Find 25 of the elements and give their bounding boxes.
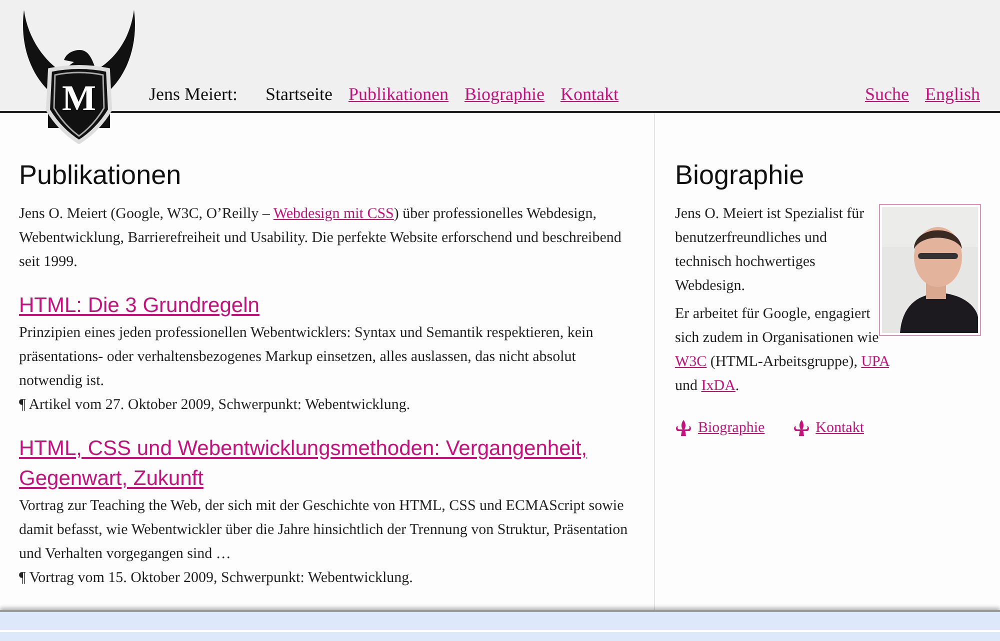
text-link[interactable]: UPA — [861, 354, 890, 370]
sidebar-heading: Biographie — [675, 159, 806, 192]
bio-paragraph: Er arbeitet für Google, engagiert sich zudem in Organisationen wie W3C (HTML-Arbeitsgruppe), UPA und IxDA. — [675, 305, 891, 396]
intro-paragraph: Jens O. Meiert (Google, W3C, O’Reilly – Webdesign mit CSS) über professionelles Webdesign, Webentwicklung, Barrierefreiheit und Usability. Die perfekte Website erforschend und beschreibend seit 1999. — [19, 205, 622, 272]
nav-link[interactable]: Biographie — [464, 82, 544, 106]
nav-link[interactable]: Suche — [864, 82, 909, 106]
nav-link[interactable]: English — [924, 82, 980, 106]
text-link[interactable]: Webdesign mit CSS — [273, 206, 394, 222]
bio-paragraph: Jens O. Meiert ist Spezialist für benutzerfreundliches und technisch hochwertiges Webdesign. — [675, 205, 866, 296]
article-summary: Vortrag zur Teaching the Web, der sich mit der Geschichte von HTML, CSS und ECMAScript sowie damit befasst, wie Webentwickler über die Jahre hinsichtlich der Trennung von Struktur, Präsentation und Verhalten vorgegangen sind … — [19, 497, 629, 564]
nav-link[interactable]: Publikationen — [348, 82, 448, 106]
text-link[interactable]: W3C — [675, 354, 707, 370]
article-meta: ¶ Artikel vom 27. Oktober 2009, Schwerpunkt: Webentwicklung. — [19, 396, 412, 415]
article-meta: ¶ Vortrag vom 15. Oktober 2009, Schwerpunkt: Webentwicklung. — [19, 569, 414, 588]
site-name: Jens Meiert: — [149, 83, 238, 106]
nav-link[interactable]: Startseite — [265, 82, 332, 106]
article-summary: Prinzipien eines jeden professionellen Webentwicklers: Syntax und Semantik respektieren, kein präsentations- oder verhaltensbezogenes Markup einsetzen, alles auslassen, das nicht absolut notwendig ist. — [19, 324, 594, 391]
sidebar-link[interactable]: Biographie — [698, 416, 765, 440]
nav-link[interactable]: Kontakt — [560, 82, 618, 106]
article-title-link[interactable]: HTML, CSS und Webentwicklungsmethoden: Vergangenheit, Gegenwart, Zukunft — [19, 434, 634, 494]
text-link[interactable]: IxDA — [701, 378, 736, 394]
article-title-link[interactable]: HTML: Die 3 Grundregeln — [19, 291, 634, 321]
section-heading: Publikationen — [19, 159, 182, 192]
sidebar-link[interactable]: Kontakt — [816, 416, 864, 440]
logo-letter: M — [61, 80, 97, 116]
